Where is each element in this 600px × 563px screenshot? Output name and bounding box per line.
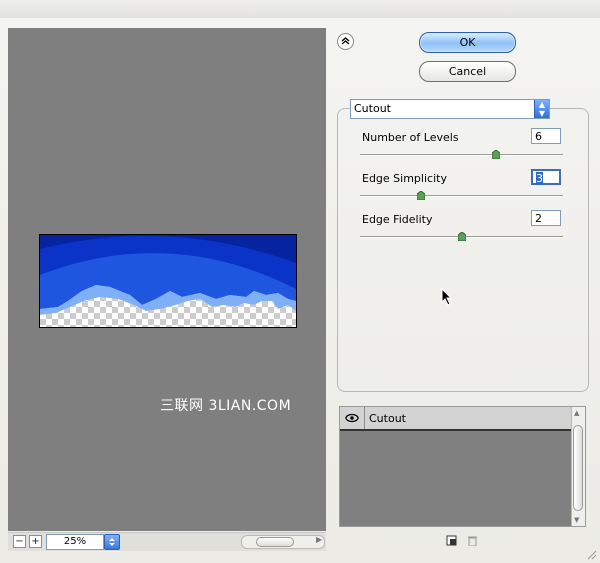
edge-simplicity-value: 3 [536,172,543,185]
zoom-out-button[interactable]: − [13,535,26,548]
edge-simplicity-slider[interactable] [360,195,563,197]
vertical-scrollbar[interactable]: ▲ ▼ [571,407,585,526]
slider-thumb-icon[interactable] [457,232,466,241]
layer-row[interactable]: Cutout [340,407,572,431]
edge-simplicity-field[interactable]: 3 [531,169,561,185]
preview-canvas[interactable]: 三联网 3LIAN.COM [8,28,326,531]
layer-name: Cutout [369,412,406,425]
zoom-dropdown-button[interactable] [104,534,120,550]
ok-button[interactable]: OK [419,32,516,53]
scroll-down-icon[interactable]: ▼ [574,516,579,524]
zoom-in-button[interactable]: + [29,535,42,548]
number-of-levels-slider[interactable] [360,154,563,156]
filter-settings-group [337,108,589,392]
edge-fidelity-label: Edge Fidelity [362,213,433,226]
scroll-up-icon[interactable]: ▲ [574,409,579,417]
number-of-levels-label: Number of Levels [362,131,459,144]
dropdown-arrows-icon[interactable]: ▲ ▼ [534,100,549,118]
cancel-button[interactable]: Cancel [419,61,516,82]
slider-thumb-icon[interactable] [416,191,425,200]
spin-arrows-icon [109,538,115,546]
new-effect-layer-icon[interactable] [446,535,457,546]
scroll-thumb[interactable] [573,425,583,511]
edge-fidelity-field[interactable]: 2 [531,210,561,226]
slider-thumb-icon[interactable] [492,150,500,159]
scroll-right-icon[interactable]: ▶ [316,535,322,544]
zoom-level-field[interactable]: 25% [46,534,104,550]
edge-simplicity-label: Edge Simplicity [362,172,447,185]
eye-icon [345,413,359,423]
number-of-levels-field[interactable]: 6 [531,128,561,144]
zoom-bar: − + 25% ◀ ▶ [8,532,326,551]
scroll-thumb[interactable] [256,537,294,547]
preview-image [39,234,297,328]
filter-select[interactable]: Cutout ▲ ▼ [350,99,550,119]
dialog-title-bar [0,0,600,18]
visibility-toggle[interactable] [340,407,365,429]
resize-grip-icon[interactable] [585,548,597,560]
collapse-icon[interactable] [337,33,354,50]
filter-select-value: Cutout [354,102,391,115]
double-chevron-up-icon [341,37,350,45]
trash-icon[interactable] [467,535,478,546]
mouse-cursor-icon [441,288,453,306]
horizontal-scrollbar[interactable] [241,535,325,549]
effect-layers-panel: Cutout ▲ ▼ [339,406,586,527]
watermark-text: 三联网 3LIAN.COM [160,398,292,414]
